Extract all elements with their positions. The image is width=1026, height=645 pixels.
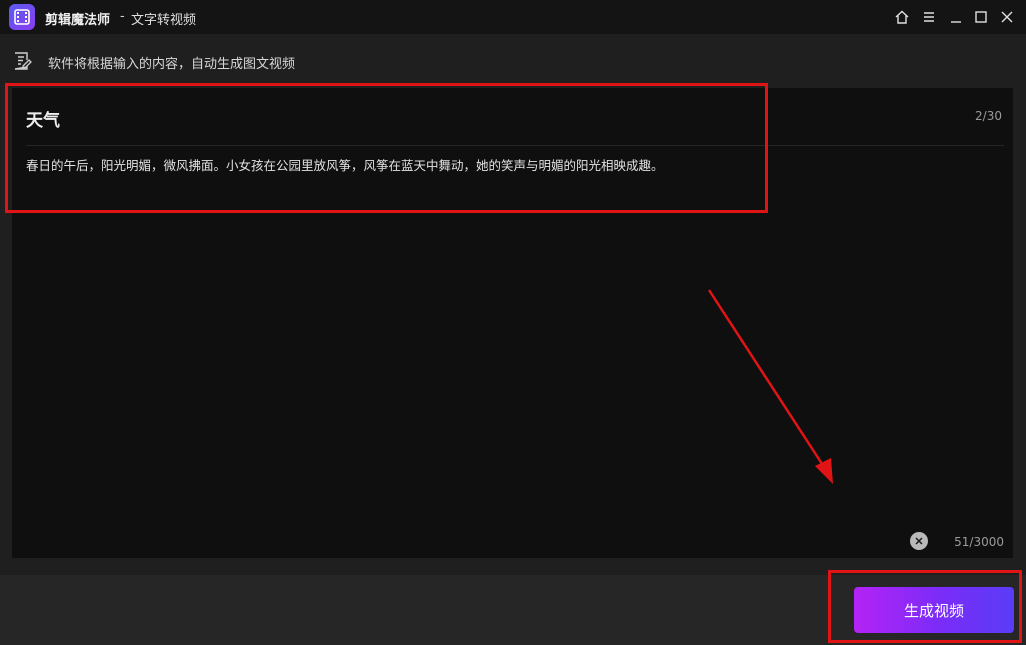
generate-video-button[interactable]: 生成视频 [854,587,1014,633]
close-icon[interactable] [995,5,1019,29]
title-input[interactable] [26,106,806,130]
clear-icon[interactable] [910,532,928,550]
text-editor-panel: 2/30 春日的午后，阳光明媚，微风拂面。小女孩在公园里放风筝，风筝在蓝天中舞动… [12,88,1013,558]
minimize-icon[interactable] [944,5,968,29]
edit-note-icon [11,50,33,72]
app-logo-icon [9,4,35,30]
hint-text: 软件将根据输入的内容，自动生成图文视频 [48,57,296,72]
divider [26,145,1004,146]
content-textarea[interactable]: 春日的午后，阳光明媚，微风拂面。小女孩在公园里放风筝，风筝在蓝天中舞动，她的笑声… [26,157,986,175]
title-char-count: 2/30 [975,109,1002,123]
title-bar: 剪辑魔法师 - 文字转视频 [0,0,1026,34]
title-separator: - [120,9,125,24]
home-icon[interactable] [890,5,914,29]
content-char-count: 51/3000 [954,535,1004,549]
menu-icon[interactable] [917,5,941,29]
app-name: 剪辑魔法师 [45,13,111,28]
page-title: 文字转视频 [131,13,197,28]
maximize-icon[interactable] [969,5,993,29]
app-window: 剪辑魔法师 - 文字转视频 软件将根据输入的内容，自动生成图文视频 天气 2/3… [0,0,1026,645]
